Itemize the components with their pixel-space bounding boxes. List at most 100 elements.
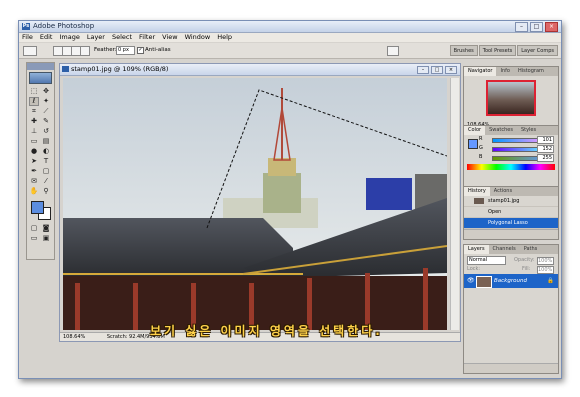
shape-tool-icon[interactable]: ▢: [41, 167, 51, 176]
eyedropper-icon[interactable]: ⁄: [41, 177, 51, 186]
brush-tool-icon[interactable]: ✎: [41, 117, 51, 126]
document-title: stamp01.jpg @ 109% (RGB/8): [71, 65, 169, 73]
document-icon: [62, 66, 69, 72]
layer-name: Background: [494, 278, 527, 284]
tab-paths[interactable]: Paths: [520, 245, 542, 254]
blend-mode-select[interactable]: Normal: [467, 256, 506, 265]
menu-window[interactable]: Window: [185, 33, 211, 42]
fill-value[interactable]: 100%: [537, 266, 554, 274]
tab-color[interactable]: Color: [464, 126, 486, 135]
menu-edit[interactable]: Edit: [40, 33, 53, 42]
blur-tool-icon[interactable]: ●: [29, 147, 39, 156]
notes-tool-icon[interactable]: ✉: [29, 177, 39, 186]
tab-info[interactable]: Info: [496, 67, 513, 76]
healing-brush-icon[interactable]: ✚: [29, 117, 39, 126]
layer-lock-icon: 🔒: [547, 278, 554, 284]
doc-close-button[interactable]: ×: [445, 66, 457, 74]
document-title-bar: stamp01.jpg @ 109% (RGB/8) – □ ×: [60, 64, 460, 76]
jump-to-imageready-icon[interactable]: ▣: [41, 234, 51, 243]
type-tool-icon[interactable]: T: [41, 157, 51, 166]
file-browser-icon[interactable]: [387, 46, 399, 56]
gradient-tool-icon[interactable]: ▤: [41, 137, 51, 146]
well-brushes-tab[interactable]: Brushes: [449, 45, 478, 56]
layer-row-background[interactable]: 👁 Background 🔒: [464, 274, 558, 288]
move-tool-icon[interactable]: ✥: [41, 87, 51, 96]
minimize-button[interactable]: –: [515, 22, 528, 32]
palette-well: Brushes Tool Presets Layer Comps: [449, 45, 558, 56]
lasso-tool-preset-icon[interactable]: [23, 46, 37, 56]
well-tool-presets-tab[interactable]: Tool Presets: [478, 45, 517, 56]
tab-styles[interactable]: Styles: [517, 126, 540, 135]
menu-help[interactable]: Help: [217, 33, 232, 42]
maximize-button[interactable]: □: [530, 22, 543, 32]
app-title: Adobe Photoshop: [33, 22, 95, 30]
vertical-scrollbar[interactable]: [450, 78, 459, 330]
toolbox-logo[interactable]: [29, 72, 52, 84]
menu-file[interactable]: File: [22, 33, 33, 42]
eraser-tool-icon[interactable]: ▭: [29, 137, 39, 146]
well-layer-comps-tab[interactable]: Layer Comps: [517, 45, 558, 56]
color-ramp[interactable]: [467, 164, 555, 170]
visibility-eye-icon[interactable]: 👁: [467, 277, 475, 284]
intersect-selection-icon[interactable]: [80, 46, 90, 56]
fill-label: Fill:: [522, 266, 531, 272]
path-selection-icon[interactable]: ➤: [29, 157, 39, 166]
screen-mode-icon[interactable]: ▭: [29, 234, 39, 243]
zoom-readout[interactable]: 108.64%: [63, 334, 85, 340]
g-label: G: [479, 145, 483, 151]
options-bar: Feather: 0 px ✓ Anti-alias Brushes Tool …: [19, 43, 561, 59]
tab-navigator[interactable]: Navigator: [464, 67, 497, 76]
tab-layers[interactable]: Layers: [464, 245, 489, 254]
history-item-open[interactable]: Open: [464, 207, 558, 218]
blue-value[interactable]: 255: [537, 154, 554, 162]
tab-history[interactable]: History: [464, 187, 490, 196]
standard-mode-icon[interactable]: ▢: [29, 224, 39, 233]
history-item-polygonal-lasso[interactable]: Polygonal Lasso: [464, 218, 558, 229]
dodge-tool-icon[interactable]: ◐: [41, 147, 51, 156]
menu-select[interactable]: Select: [112, 33, 132, 42]
green-value[interactable]: 152: [537, 145, 554, 153]
menu-image[interactable]: Image: [59, 33, 79, 42]
opacity-label: Opacity:: [514, 257, 535, 263]
history-lasso-label: Polygonal Lasso: [488, 220, 528, 226]
marquee-tool-icon[interactable]: ⬚: [29, 87, 39, 96]
magic-wand-icon[interactable]: ✦: [41, 97, 51, 106]
photo-palace-tower: [63, 78, 447, 330]
menu-view[interactable]: View: [162, 33, 177, 42]
tutorial-caption: 보기 싫은 이미지 영역을 선택한다.: [150, 324, 383, 338]
menu-layer[interactable]: Layer: [87, 33, 105, 42]
color-panel: Color Swatches Styles R 101 G 152 B 255: [463, 125, 559, 187]
tab-swatches[interactable]: Swatches: [485, 126, 517, 135]
doc-maximize-button[interactable]: □: [431, 66, 443, 74]
snapshot-label: stamp01.jpg: [488, 198, 520, 204]
hand-tool-icon[interactable]: ✋: [29, 187, 39, 196]
history-snapshot[interactable]: stamp01.jpg: [464, 196, 558, 207]
tab-histogram[interactable]: Histogram: [514, 67, 548, 76]
foreground-color-swatch[interactable]: [31, 201, 44, 214]
tab-channels[interactable]: Channels: [489, 245, 520, 254]
menu-filter[interactable]: Filter: [139, 33, 155, 42]
toolbox-header: [27, 63, 54, 70]
close-button[interactable]: ×: [545, 22, 558, 32]
tab-actions[interactable]: Actions: [490, 187, 516, 196]
snapshot-thumbnail: [474, 198, 484, 204]
red-value[interactable]: 101: [537, 136, 554, 144]
layers-panel: Layers Channels Paths Normal Opacity: 10…: [463, 244, 559, 374]
navigator-thumbnail[interactable]: [486, 80, 536, 116]
zoom-tool-icon[interactable]: ⚲: [41, 187, 51, 196]
antialias-checkbox[interactable]: ✓: [137, 47, 144, 54]
history-brush-icon[interactable]: ↺: [41, 127, 51, 136]
r-label: R: [479, 136, 483, 142]
pen-tool-icon[interactable]: ✒: [29, 167, 39, 176]
image-canvas[interactable]: [63, 78, 447, 330]
lock-label: Lock:: [467, 266, 481, 272]
quickmask-mode-icon[interactable]: ◙: [41, 224, 51, 233]
slice-tool-icon[interactable]: ⟋: [41, 107, 51, 116]
opacity-value[interactable]: 100%: [537, 257, 554, 265]
title-bar: Ps Adobe Photoshop – □ ×: [19, 21, 561, 33]
clone-stamp-icon[interactable]: ⊥: [29, 127, 39, 136]
crop-tool-icon[interactable]: ⌗: [29, 107, 39, 116]
lasso-tool-icon[interactable]: ℓ: [29, 97, 39, 106]
feather-field[interactable]: 0 px: [116, 46, 135, 55]
doc-minimize-button[interactable]: –: [417, 66, 429, 74]
